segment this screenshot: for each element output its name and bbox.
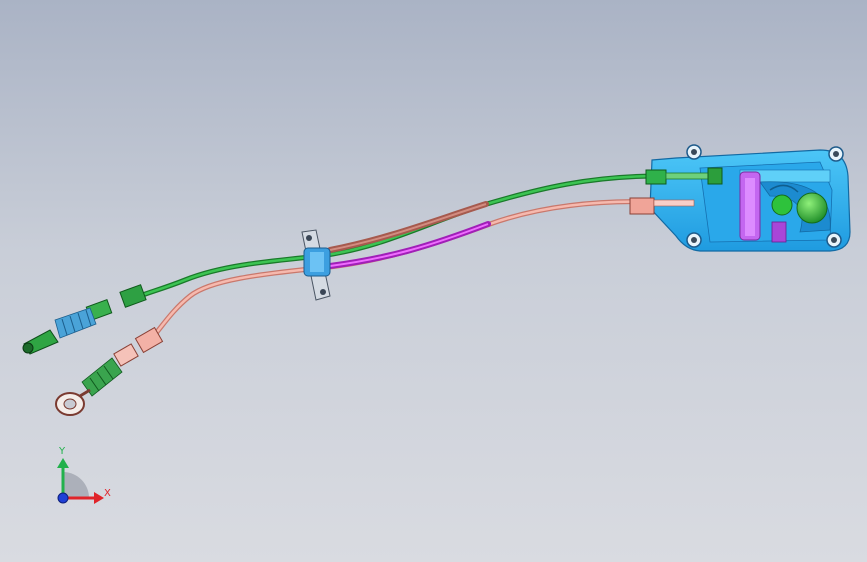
x-axis-label: X — [104, 488, 111, 499]
shift-knob[interactable] — [796, 192, 828, 224]
cable-assembly-model[interactable]: Y X — [0, 0, 867, 562]
green-spring-boot — [54, 307, 97, 339]
coordinate-triad: Y X — [57, 446, 111, 504]
pink-eye-end-fitting[interactable] — [55, 388, 91, 416]
cad-viewport[interactable]: Y X — [0, 0, 867, 562]
shift-cable[interactable] — [55, 197, 695, 416]
y-axis-label: Y — [58, 446, 66, 457]
bulkhead-bracket[interactable] — [301, 229, 331, 301]
shifter-housing[interactable] — [649, 144, 851, 252]
